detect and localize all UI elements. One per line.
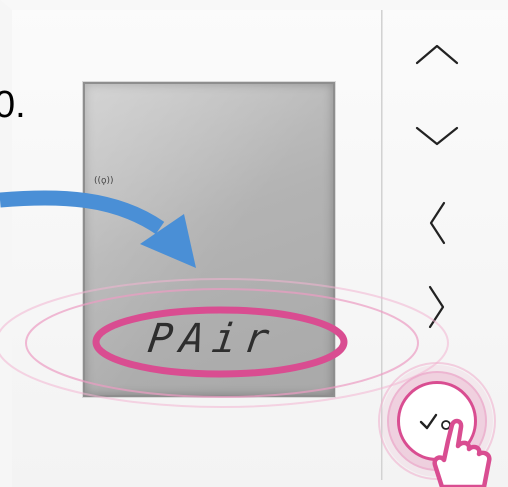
chevron-down-icon [415, 126, 459, 146]
lcd-display-text: PAir [145, 316, 280, 362]
step-number: 0. [0, 84, 26, 126]
right-button[interactable] [410, 280, 464, 334]
ok-button[interactable] [397, 381, 477, 461]
chevron-right-icon [428, 285, 445, 329]
up-button[interactable] [410, 27, 464, 81]
chevron-left-icon [429, 201, 446, 245]
left-button[interactable] [410, 196, 464, 250]
down-button[interactable] [410, 108, 464, 162]
wifi-signal-icon: ((ϙ)) [94, 176, 114, 186]
check-icon [419, 413, 451, 430]
panel-divider [381, 10, 383, 480]
chevron-up-icon [415, 44, 459, 65]
